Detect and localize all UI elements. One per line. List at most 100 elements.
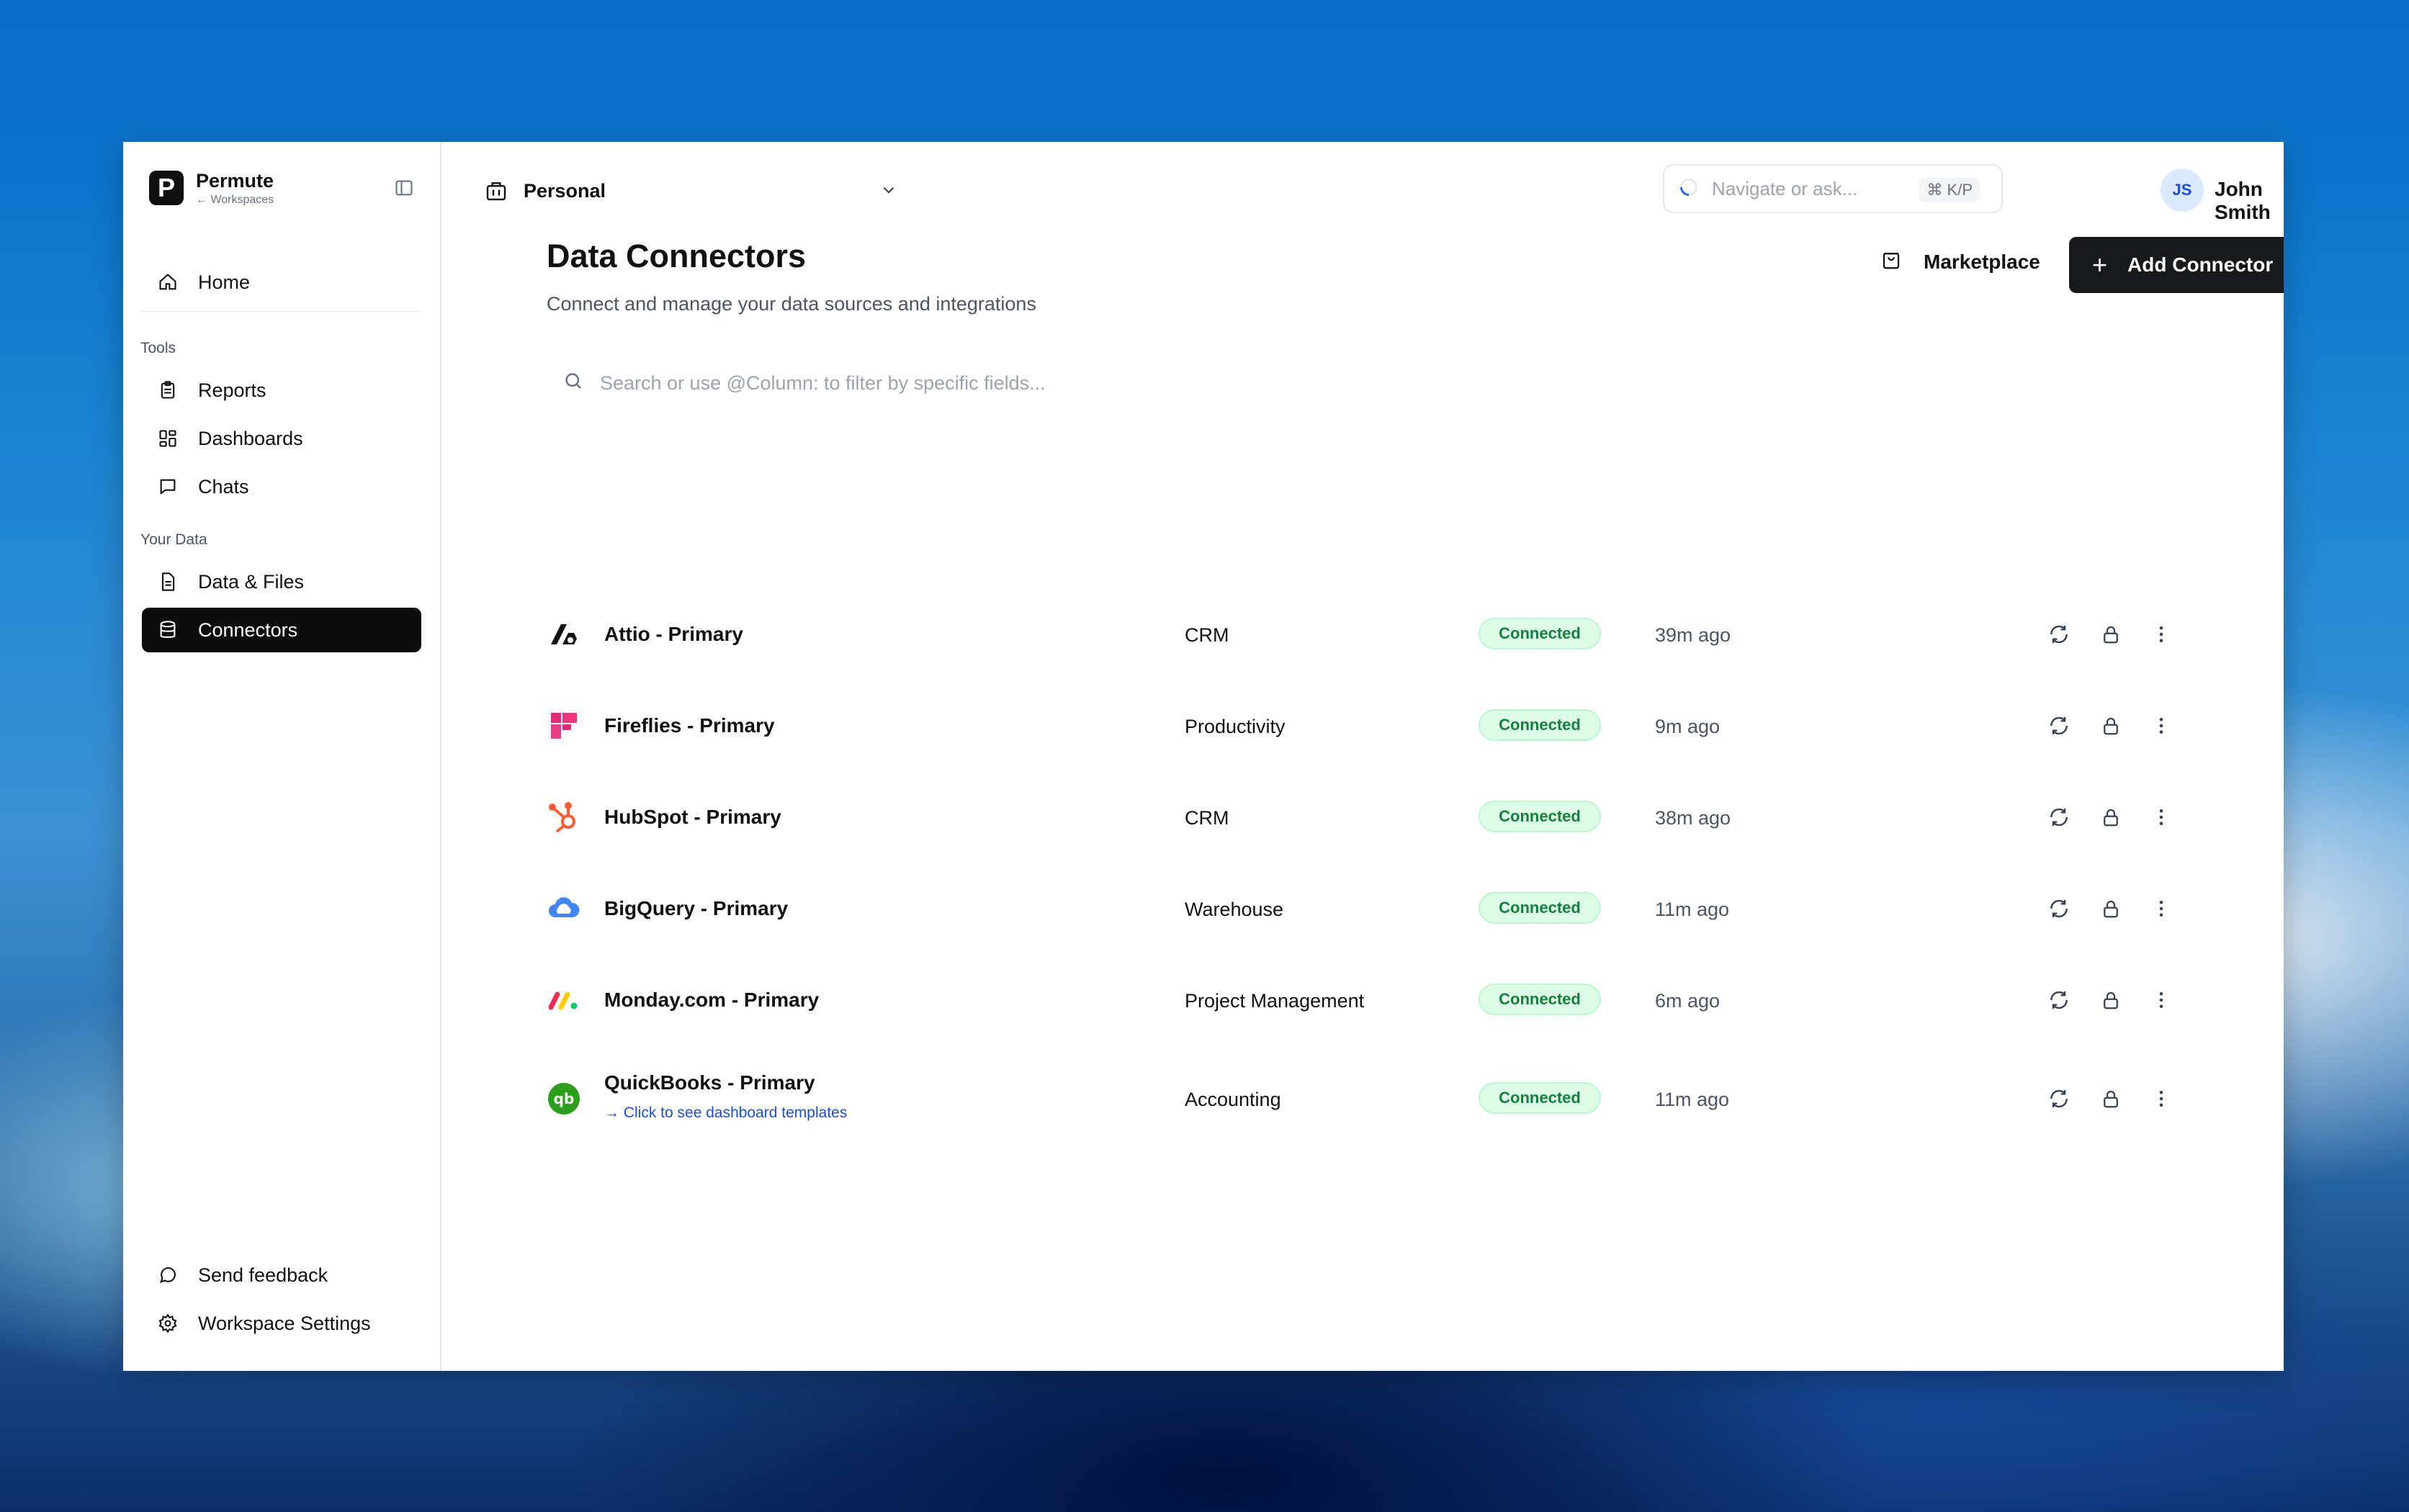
- database-icon: [156, 618, 179, 642]
- divider: [142, 311, 421, 312]
- brand-name[interactable]: Permute: [196, 170, 274, 192]
- app-window: P Permute ← Workspaces Home Tools Report…: [123, 142, 2284, 1371]
- connector-category: CRM: [1185, 624, 1229, 646]
- sidebar-toggle-icon[interactable]: [394, 178, 414, 198]
- clipboard-icon: [156, 379, 179, 402]
- more-vertical-icon[interactable]: [2148, 804, 2174, 830]
- workspace-switcher[interactable]: Personal: [485, 176, 606, 205]
- status-badge: Connected: [1479, 618, 1601, 649]
- connector-category: Productivity: [1185, 716, 1286, 737]
- last-synced: 39m ago: [1655, 624, 1731, 646]
- last-synced: 11m ago: [1655, 1089, 1730, 1110]
- page-subtitle: Connect and manage your data sources and…: [547, 293, 1036, 315]
- more-vertical-icon[interactable]: [2148, 896, 2174, 922]
- command-search[interactable]: Navigate or ask... ⌘ K/P: [1663, 164, 2003, 213]
- last-synced: 6m ago: [1655, 990, 1721, 1012]
- sidebar-item-home[interactable]: Home: [142, 260, 421, 305]
- lock-icon[interactable]: [2098, 987, 2124, 1013]
- svg-text:qb: qb: [554, 1090, 575, 1107]
- connector-row[interactable]: qb QuickBooks - Primary → Click to see d…: [547, 1063, 2203, 1135]
- quickbooks-logo-icon: qb: [547, 1081, 581, 1116]
- sidebar-item-chats[interactable]: Chats: [142, 464, 421, 509]
- refresh-icon[interactable]: [2046, 621, 2072, 647]
- sidebar-item-reports[interactable]: Reports: [142, 368, 421, 413]
- connector-row[interactable]: Fireflies - Primary Productivity Connect…: [547, 690, 2203, 762]
- add-connector-label: Add Connector: [2127, 253, 2274, 276]
- sidebar-item-label: Dashboards: [198, 427, 303, 449]
- connector-row[interactable]: Monday.com - Primary Project Management …: [547, 964, 2203, 1036]
- refresh-icon[interactable]: [2046, 1086, 2072, 1112]
- sidebar-item-label: Send feedback: [198, 1264, 328, 1286]
- lock-icon[interactable]: [2098, 896, 2124, 922]
- message-circle-icon: [156, 1264, 179, 1287]
- search-icon: [562, 370, 584, 397]
- last-synced: 11m ago: [1655, 899, 1730, 920]
- keyboard-shortcut-badge: ⌘ K/P: [1919, 178, 1980, 202]
- chevron-down-icon[interactable]: [879, 181, 898, 203]
- grid-icon: [156, 427, 179, 450]
- file-icon: [156, 570, 179, 593]
- workspace-settings-button[interactable]: Workspace Settings: [142, 1301, 421, 1346]
- workspaces-link[interactable]: ← Workspaces: [196, 194, 274, 207]
- avatar[interactable]: JS: [2161, 168, 2204, 212]
- status-badge: Connected: [1479, 984, 1601, 1015]
- connector-row[interactable]: HubSpot - Primary CRM Connected 38m ago: [547, 781, 2203, 853]
- attio-logo-icon: [547, 617, 581, 652]
- user-name[interactable]: John Smith: [2215, 178, 2284, 224]
- marketplace-button[interactable]: Marketplace: [1880, 246, 2040, 278]
- connector-name: HubSpot - Primary: [604, 806, 781, 828]
- sidebar-item-label: Workspace Settings: [198, 1312, 371, 1334]
- command-search-placeholder: Navigate or ask...: [1712, 177, 1858, 199]
- connector-name: Monday.com - Primary: [604, 989, 820, 1011]
- brand-logo[interactable]: P: [149, 171, 184, 205]
- lock-icon[interactable]: [2098, 804, 2124, 830]
- connector-category: Warehouse: [1185, 899, 1284, 920]
- more-vertical-icon[interactable]: [2148, 713, 2174, 739]
- monday-logo-icon: [547, 983, 581, 1017]
- sidebar-item-label: Data & Files: [198, 570, 305, 593]
- shopping-bag-icon: [1880, 249, 1902, 276]
- more-vertical-icon[interactable]: [2148, 987, 2174, 1013]
- lock-icon[interactable]: [2098, 1086, 2124, 1112]
- gear-icon: [156, 1312, 179, 1335]
- connector-row[interactable]: BigQuery - Primary Warehouse Connected 1…: [547, 873, 2203, 945]
- building-icon: [485, 179, 508, 202]
- sidebar-item-label: Chats: [198, 475, 249, 498]
- hubspot-logo-icon: [547, 800, 581, 834]
- page-title: Data Connectors: [547, 238, 807, 274]
- sidebar-item-label: Connectors: [198, 618, 298, 641]
- status-badge: Connected: [1479, 1082, 1601, 1114]
- more-vertical-icon[interactable]: [2148, 1086, 2174, 1112]
- sidebar: P Permute ← Workspaces Home Tools Report…: [123, 142, 440, 1371]
- dashboard-templates-link[interactable]: → Click to see dashboard templates: [604, 1104, 847, 1122]
- lock-icon[interactable]: [2098, 713, 2124, 739]
- refresh-icon[interactable]: [2046, 987, 2072, 1013]
- plus-icon: +: [2092, 250, 2108, 279]
- connector-row[interactable]: Attio - Primary CRM Connected 39m ago: [547, 598, 2203, 670]
- workspace-name: Personal: [524, 179, 606, 202]
- sidebar-item-label: Reports: [198, 379, 266, 401]
- sidebar-item-dashboards[interactable]: Dashboards: [142, 416, 421, 461]
- refresh-icon[interactable]: [2046, 713, 2072, 739]
- filter-search-input[interactable]: Search or use @Column: to filter by spec…: [562, 367, 1283, 399]
- connector-category: Accounting: [1185, 1089, 1281, 1110]
- send-feedback-button[interactable]: Send feedback: [142, 1253, 421, 1297]
- more-vertical-icon[interactable]: [2148, 621, 2174, 647]
- connector-name: Fireflies - Primary: [604, 714, 775, 737]
- fireflies-logo-icon: [547, 708, 581, 743]
- add-connector-button[interactable]: + Add Connector: [2069, 237, 2284, 293]
- connector-name: Attio - Primary: [604, 623, 743, 645]
- sidebar-item-data-files[interactable]: Data & Files: [142, 559, 421, 604]
- last-synced: 9m ago: [1655, 716, 1721, 737]
- refresh-icon[interactable]: [2046, 804, 2072, 830]
- status-badge: Connected: [1479, 801, 1601, 832]
- connector-name: BigQuery - Primary: [604, 897, 789, 919]
- main-content: Personal Navigate or ask... ⌘ K/P JS Joh…: [441, 142, 2284, 1371]
- refresh-icon[interactable]: [2046, 896, 2072, 922]
- status-badge: Connected: [1479, 892, 1601, 924]
- lock-icon[interactable]: [2098, 621, 2124, 647]
- home-icon: [156, 271, 179, 294]
- sidebar-item-connectors[interactable]: Connectors: [142, 608, 421, 652]
- last-synced: 38m ago: [1655, 807, 1731, 829]
- section-label-tools: Tools: [140, 340, 176, 356]
